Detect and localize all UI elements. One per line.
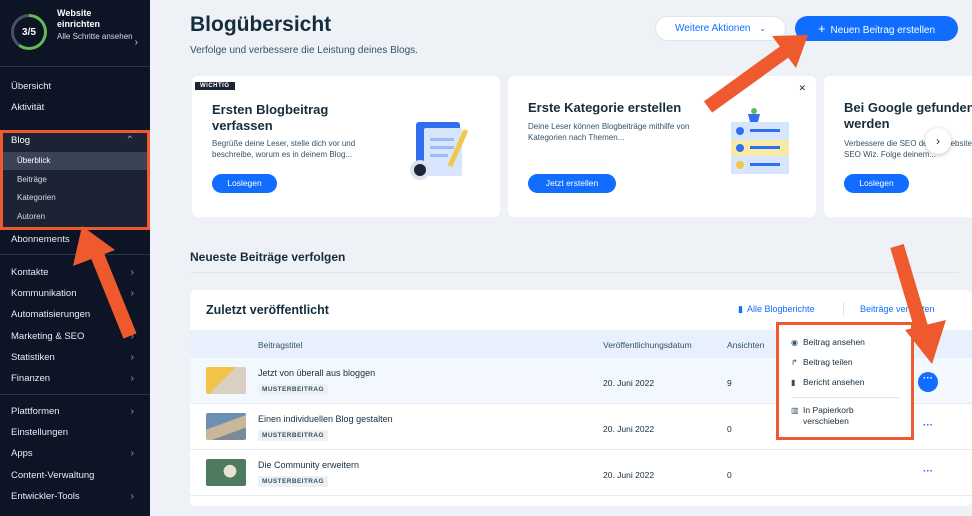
- arrow-down-icon: [890, 244, 946, 364]
- arrow-up-icon: [73, 226, 137, 339]
- arrow-up-right-icon: [703, 35, 808, 113]
- annotation-arrows: [73, 35, 946, 364]
